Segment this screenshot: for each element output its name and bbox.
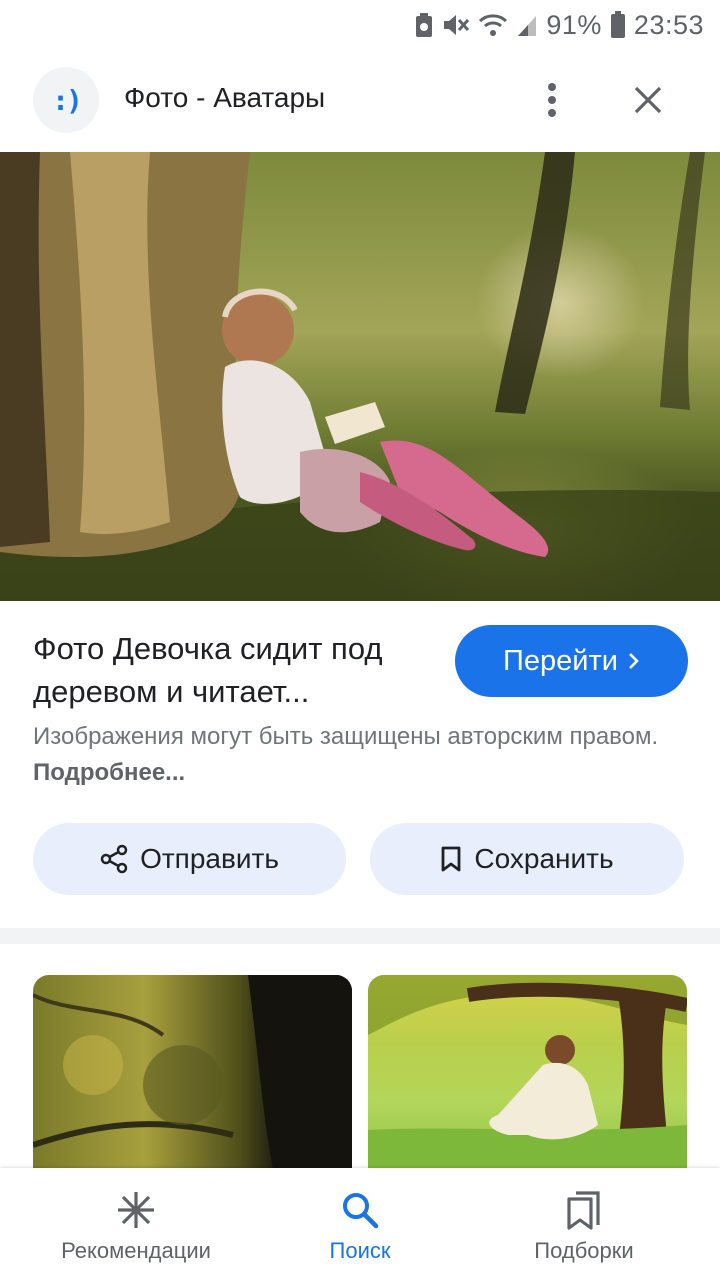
nav-recommendations[interactable]: Рекомендации bbox=[16, 1168, 256, 1280]
related-image-illustration bbox=[368, 975, 687, 1170]
nav-collections[interactable]: Подборки bbox=[464, 1168, 704, 1280]
site-logo: :) bbox=[33, 67, 99, 133]
section-divider bbox=[0, 928, 720, 944]
search-icon bbox=[343, 1193, 379, 1229]
signal-icon bbox=[516, 12, 538, 38]
chevron-right-icon bbox=[629, 653, 639, 669]
more-vert-icon bbox=[548, 83, 556, 117]
site-logo-text: :) bbox=[52, 83, 83, 117]
share-icon bbox=[100, 844, 128, 874]
battery-percent: 91% bbox=[546, 9, 602, 40]
result-info: Фото Девочка сидит под деревом и читает.… bbox=[0, 601, 720, 928]
asterisk-icon bbox=[118, 1192, 154, 1228]
save-label: Сохранить bbox=[474, 843, 614, 874]
visit-button[interactable]: Перейти bbox=[455, 625, 688, 697]
share-label: Отправить bbox=[140, 843, 279, 874]
battery-saver-icon bbox=[414, 12, 434, 38]
collections-icon bbox=[567, 1191, 600, 1230]
viewer-header: :) Фото - Аватары bbox=[0, 50, 720, 150]
learn-more-link[interactable]: Подробнее... bbox=[33, 759, 185, 786]
close-button[interactable] bbox=[626, 78, 670, 122]
battery-icon bbox=[610, 11, 626, 39]
nav-recommendations-label: Рекомендации bbox=[61, 1238, 211, 1263]
result-title[interactable]: Фото Девочка сидит под деревом и читает.… bbox=[33, 627, 443, 713]
preview-image[interactable] bbox=[0, 152, 720, 601]
copyright-notice: Изображения могут быть защищены авторски… bbox=[33, 719, 683, 791]
mute-icon bbox=[442, 12, 470, 38]
related-image[interactable] bbox=[33, 975, 352, 1170]
nav-search[interactable]: Поиск bbox=[240, 1168, 480, 1280]
source-title[interactable]: Фото - Аватары bbox=[124, 82, 325, 114]
save-button[interactable]: Сохранить bbox=[370, 823, 684, 895]
nav-search-label: Поиск bbox=[329, 1238, 391, 1263]
copyright-text: Изображения могут быть защищены авторски… bbox=[33, 723, 659, 750]
more-options-button[interactable] bbox=[530, 78, 574, 122]
wifi-icon bbox=[478, 12, 508, 38]
clock: 23:53 bbox=[633, 9, 704, 40]
bottom-navigation: Рекомендации Поиск Подборки bbox=[0, 1168, 720, 1280]
status-bar: 91% 23:53 bbox=[0, 0, 720, 50]
preview-illustration bbox=[0, 152, 720, 601]
related-image-illustration bbox=[33, 975, 352, 1170]
nav-collections-label: Подборки bbox=[534, 1238, 634, 1263]
related-image[interactable] bbox=[368, 975, 687, 1170]
visit-button-label: Перейти bbox=[503, 644, 618, 677]
share-button[interactable]: Отправить bbox=[33, 823, 346, 895]
bookmark-icon bbox=[442, 846, 461, 872]
close-icon bbox=[634, 86, 662, 114]
